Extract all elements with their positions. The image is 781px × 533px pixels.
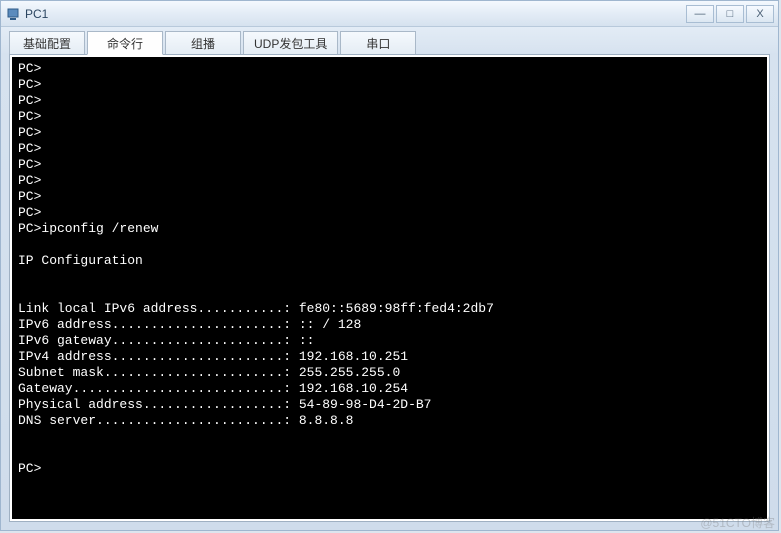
window-title: PC1 xyxy=(25,7,686,21)
maximize-button[interactable]: □ xyxy=(716,5,744,23)
app-icon xyxy=(5,6,21,22)
tab-bar: 基础配置 命令行 组播 UDP发包工具 串口 xyxy=(1,27,778,55)
content-area: PC> PC> PC> PC> PC> PC> PC> PC> PC> PC> … xyxy=(1,55,778,530)
tab-udp-tool[interactable]: UDP发包工具 xyxy=(243,31,338,55)
terminal-frame: PC> PC> PC> PC> PC> PC> PC> PC> PC> PC> … xyxy=(9,54,770,522)
tab-basic-config[interactable]: 基础配置 xyxy=(9,31,85,55)
tab-serial[interactable]: 串口 xyxy=(340,31,416,55)
titlebar[interactable]: PC1 — □ X xyxy=(1,1,778,27)
close-button[interactable]: X xyxy=(746,5,774,23)
tab-command-line[interactable]: 命令行 xyxy=(87,31,163,55)
terminal-output[interactable]: PC> PC> PC> PC> PC> PC> PC> PC> PC> PC> … xyxy=(12,57,767,519)
minimize-button[interactable]: — xyxy=(686,5,714,23)
tab-multicast[interactable]: 组播 xyxy=(165,31,241,55)
app-window: PC1 — □ X 基础配置 命令行 组播 UDP发包工具 串口 PC> PC>… xyxy=(0,0,779,531)
window-controls: — □ X xyxy=(686,5,774,23)
